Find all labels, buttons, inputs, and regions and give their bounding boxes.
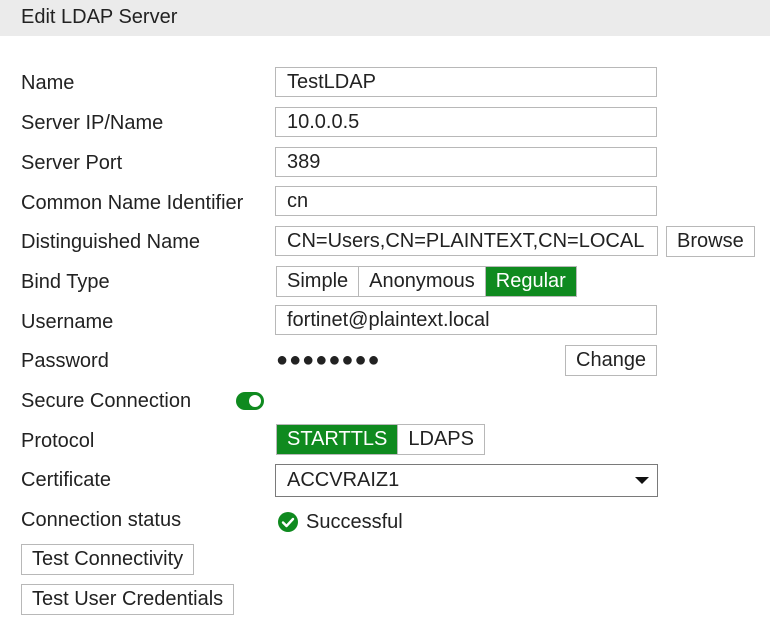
username-label: Username (21, 311, 114, 333)
connection-status-value: Successful (306, 511, 403, 533)
browse-button[interactable]: Browse (666, 226, 755, 257)
test-user-credentials-button[interactable]: Test User Credentials (21, 584, 235, 615)
cn-identifier-label: Common Name Identifier (21, 192, 244, 214)
caret-down-icon (635, 477, 649, 484)
page-title: Edit LDAP Server (21, 6, 178, 28)
secure-connection-label: Secure Connection (21, 390, 192, 412)
bind-type-anonymous[interactable]: Anonymous (359, 267, 486, 296)
password-label: Password (21, 350, 109, 372)
toggle-knob (249, 395, 261, 407)
certificate-label: Certificate (21, 469, 112, 491)
server-port-label: Server Port (21, 152, 123, 174)
name-field[interactable]: TestLDAP (275, 67, 657, 97)
distinguished-name-label: Distinguished Name (21, 231, 200, 253)
protocol-selector: STARTTLS LDAPS (276, 424, 485, 455)
check-circle-icon (278, 512, 298, 532)
username-field[interactable]: fortinet@plaintext.local (275, 305, 657, 335)
protocol-ldaps[interactable]: LDAPS (398, 425, 484, 454)
cn-identifier-field[interactable]: cn (275, 186, 657, 216)
secure-connection-toggle[interactable] (236, 392, 264, 410)
certificate-select[interactable]: ACCVRAIZ1 (275, 464, 658, 497)
certificate-selected-value: ACCVRAIZ1 (287, 469, 400, 491)
distinguished-name-field[interactable]: CN=Users,CN=PLAINTEXT,CN=LOCAL (275, 226, 658, 256)
test-connectivity-button[interactable]: Test Connectivity (21, 544, 195, 575)
bind-type-simple[interactable]: Simple (277, 267, 360, 296)
bind-type-label: Bind Type (21, 271, 110, 293)
server-port-field[interactable]: 389 (275, 147, 657, 177)
protocol-label: Protocol (21, 430, 95, 452)
server-ip-label: Server IP/Name (21, 112, 164, 134)
dialog-header: Edit LDAP Server (0, 0, 770, 36)
connection-status: Successful (278, 510, 403, 534)
password-masked-value: ●●●●●●●● (276, 349, 381, 371)
protocol-starttls[interactable]: STARTTLS (277, 425, 399, 454)
bind-type-regular[interactable]: Regular (485, 267, 576, 296)
server-ip-field[interactable]: 10.0.0.5 (275, 107, 657, 137)
name-label: Name (21, 72, 75, 94)
connection-status-label: Connection status (21, 509, 182, 531)
bind-type-selector: Simple Anonymous Regular (276, 266, 577, 297)
change-password-button[interactable]: Change (565, 345, 658, 376)
